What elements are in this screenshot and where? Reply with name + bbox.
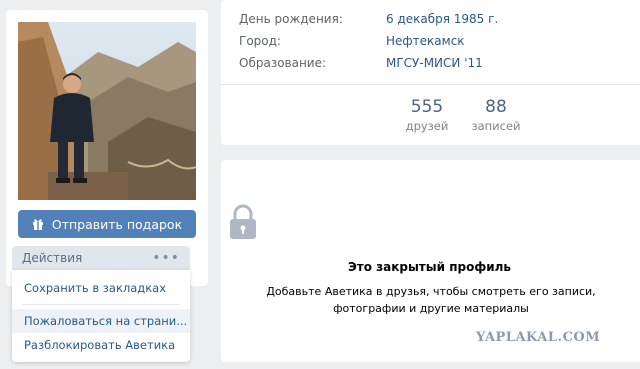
info-value-link[interactable]: МГСУ-МИСИ '11 — [386, 56, 483, 70]
menu-item-report[interactable]: Пожаловаться на страни... — [12, 309, 190, 333]
private-profile-title: Это закрытый профиль — [347, 260, 512, 274]
stat-label: записей — [471, 119, 521, 133]
menu-divider — [22, 304, 180, 305]
info-label: День рождения: — [239, 12, 343, 26]
stat-posts[interactable]: 88 записей — [466, 98, 526, 133]
lock-icon — [228, 204, 258, 244]
actions-label: Действия — [22, 251, 83, 265]
info-value-link[interactable]: 6 декабря 1985 г. — [386, 12, 498, 26]
info-label: Образование: — [239, 56, 327, 70]
stat-count: 555 — [410, 97, 444, 117]
info-label: Город: — [239, 34, 281, 48]
private-profile-line: фотографии и другие материалы — [333, 302, 529, 315]
watermark-logo: YAPLAKAL.COM — [476, 330, 601, 345]
info-value-link[interactable]: Нефтекамск — [386, 34, 465, 48]
menu-item-bookmark[interactable]: Сохранить в закладках — [12, 276, 190, 300]
private-profile-line: Добавьте Аветика в друзья, чтобы смотрет… — [266, 285, 596, 298]
menu-item-unblock[interactable]: Разблокировать Аветика — [12, 333, 190, 357]
send-gift-label: Отправить подарок — [51, 216, 183, 232]
profile-photo[interactable] — [18, 22, 196, 200]
gift-icon — [32, 218, 44, 230]
stat-count: 88 — [485, 97, 507, 117]
stat-friends[interactable]: 555 друзей — [397, 98, 457, 133]
divider — [221, 84, 640, 85]
actions-menu: Сохранить в закладках Пожаловаться на ст… — [12, 270, 190, 362]
actions-dropdown-header[interactable]: Действия ••• — [12, 246, 190, 270]
stat-label: друзей — [405, 119, 449, 133]
profile-info-card: День рождения: 6 декабря 1985 г. Город: … — [221, 0, 640, 145]
private-profile-text: Добавьте Аветика в друзья, чтобы смотрет… — [221, 283, 640, 317]
profile-sidebar-card: Отправить подарок — [6, 10, 208, 286]
more-dots-icon[interactable]: ••• — [152, 251, 180, 265]
send-gift-button[interactable]: Отправить подарок — [18, 210, 196, 238]
